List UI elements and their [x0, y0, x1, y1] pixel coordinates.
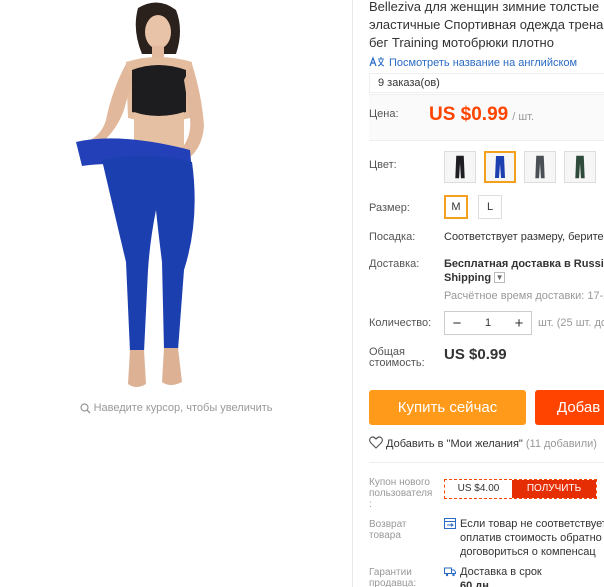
total-label: Общая стоимость:	[369, 347, 425, 369]
fit-value: Соответствует размеру, берите с	[444, 231, 604, 243]
wishlist-text: Добавить в "Мои желания"	[386, 438, 523, 450]
returns-line2: оплатив стоимость обратно	[460, 532, 602, 544]
guarantee-line2: 60 дн	[460, 580, 489, 587]
fit-label: Посадка:	[369, 231, 416, 243]
product-title: Belleziva для женщин зимние толстые элас…	[369, 0, 604, 52]
quantity-label: Количество:	[369, 317, 432, 329]
title-line: эластичные Спортивная одежда трена	[369, 17, 604, 32]
returns-label-line2: товара	[369, 530, 401, 541]
color-swatch-gray[interactable]	[524, 151, 556, 183]
returns-line3: договориться о компенсац	[460, 546, 596, 558]
shipping-method-line2[interactable]: Shipping ▼	[444, 272, 506, 284]
price-amount: US $0.99	[429, 104, 509, 125]
size-label: Размер:	[369, 202, 410, 214]
returns-label: Возврат товара	[369, 519, 407, 541]
size-options: M L	[444, 195, 502, 219]
guarantee-label-line1: Гарантии	[369, 567, 412, 578]
magnifier-icon	[79, 402, 90, 414]
returns-line1: Если товар не соответствует	[460, 518, 604, 530]
guarantee-label: Гарантии продавца:	[369, 567, 416, 587]
quantity-decrease-button[interactable]: −	[445, 315, 469, 332]
quantity-input[interactable]: 1	[469, 317, 507, 329]
product-info-panel: Belleziva для женщин зимние толстые элас…	[369, 0, 604, 587]
product-photo[interactable]	[60, 0, 260, 395]
heart-plus-icon	[369, 436, 383, 449]
return-policy-icon	[444, 518, 456, 529]
wishlist-count: (11 добавили)	[525, 438, 597, 450]
price-section: Цена: US $0.99/ шт.	[369, 94, 604, 141]
coupon-label-line3: :	[369, 499, 372, 510]
column-divider	[352, 0, 353, 587]
zoom-hint-text: Наведите курсор, чтобы увеличить	[93, 402, 273, 415]
coupon-amount: US $4.00	[445, 480, 512, 498]
coupon-label-line2: пользователя	[369, 488, 433, 499]
chevron-down-icon[interactable]: ▼	[494, 272, 506, 283]
orders-count: 9 заказа(ов)	[369, 73, 604, 93]
title-line: бег Training мотобрюки плотно	[369, 35, 554, 50]
seller-guarantee: Доставка в срок 60 дн	[444, 565, 542, 587]
color-swatch-black[interactable]	[444, 151, 476, 183]
shipping-label: Доставка:	[369, 258, 420, 270]
shipping-method-name: Shipping	[444, 272, 492, 284]
model-in-leggings-image	[76, 2, 204, 387]
translate-link-text: Посмотреть название на английском	[389, 57, 578, 69]
coupon-label-line1: Купон нового	[369, 477, 430, 488]
quantity-stepper: − 1 +	[444, 311, 532, 335]
section-divider	[369, 462, 604, 463]
color-swatches	[444, 151, 604, 183]
add-to-wishlist-link[interactable]: Добавить в "Мои желания" (11 добавили)	[369, 436, 597, 450]
translate-icon	[369, 56, 385, 67]
color-label: Цвет:	[369, 159, 397, 171]
price-unit: / шт.	[512, 111, 535, 123]
new-user-coupon-label: Купон нового пользователя :	[369, 477, 432, 510]
translate-title-link[interactable]: Посмотреть название на английском	[369, 56, 577, 69]
guarantee-line1: Доставка в срок	[460, 566, 542, 578]
product-gallery: Наведите курсор, чтобы увеличить	[0, 0, 352, 587]
shipping-method: Бесплатная доставка в Russian	[444, 258, 604, 270]
color-swatch-green[interactable]	[564, 151, 596, 183]
coupon-widget: US $4.00 ПОЛУЧИТЬ	[444, 479, 597, 499]
title-line: Belleziva для женщин зимние толстые	[369, 0, 600, 14]
size-option-m[interactable]: M	[444, 195, 468, 219]
color-swatch-blue[interactable]	[484, 151, 516, 183]
get-coupon-button[interactable]: ПОЛУЧИТЬ	[512, 480, 596, 498]
returns-label-line1: Возврат	[369, 519, 407, 530]
delivery-truck-icon	[444, 567, 456, 577]
guarantee-label-line2: продавца:	[369, 578, 417, 587]
zoom-hint: Наведите курсор, чтобы увеличить	[0, 402, 352, 414]
total-price: US $0.99	[444, 346, 507, 363]
quantity-available-note: шт. (25 шт. до	[538, 317, 604, 329]
add-to-cart-button[interactable]: Добав	[535, 390, 604, 425]
price-value: US $0.99/ шт.	[429, 104, 534, 126]
returns-policy: Если товар не соответствует оплатив стои…	[444, 517, 604, 559]
total-label-line2: стоимость:	[369, 357, 425, 369]
quantity-increase-button[interactable]: +	[507, 315, 531, 332]
price-label: Цена:	[369, 108, 399, 120]
buy-now-button[interactable]: Купить сейчас	[369, 390, 526, 425]
size-option-l[interactable]: L	[478, 195, 502, 219]
delivery-eta: Расчётное время доставки: 17-2	[444, 290, 604, 302]
